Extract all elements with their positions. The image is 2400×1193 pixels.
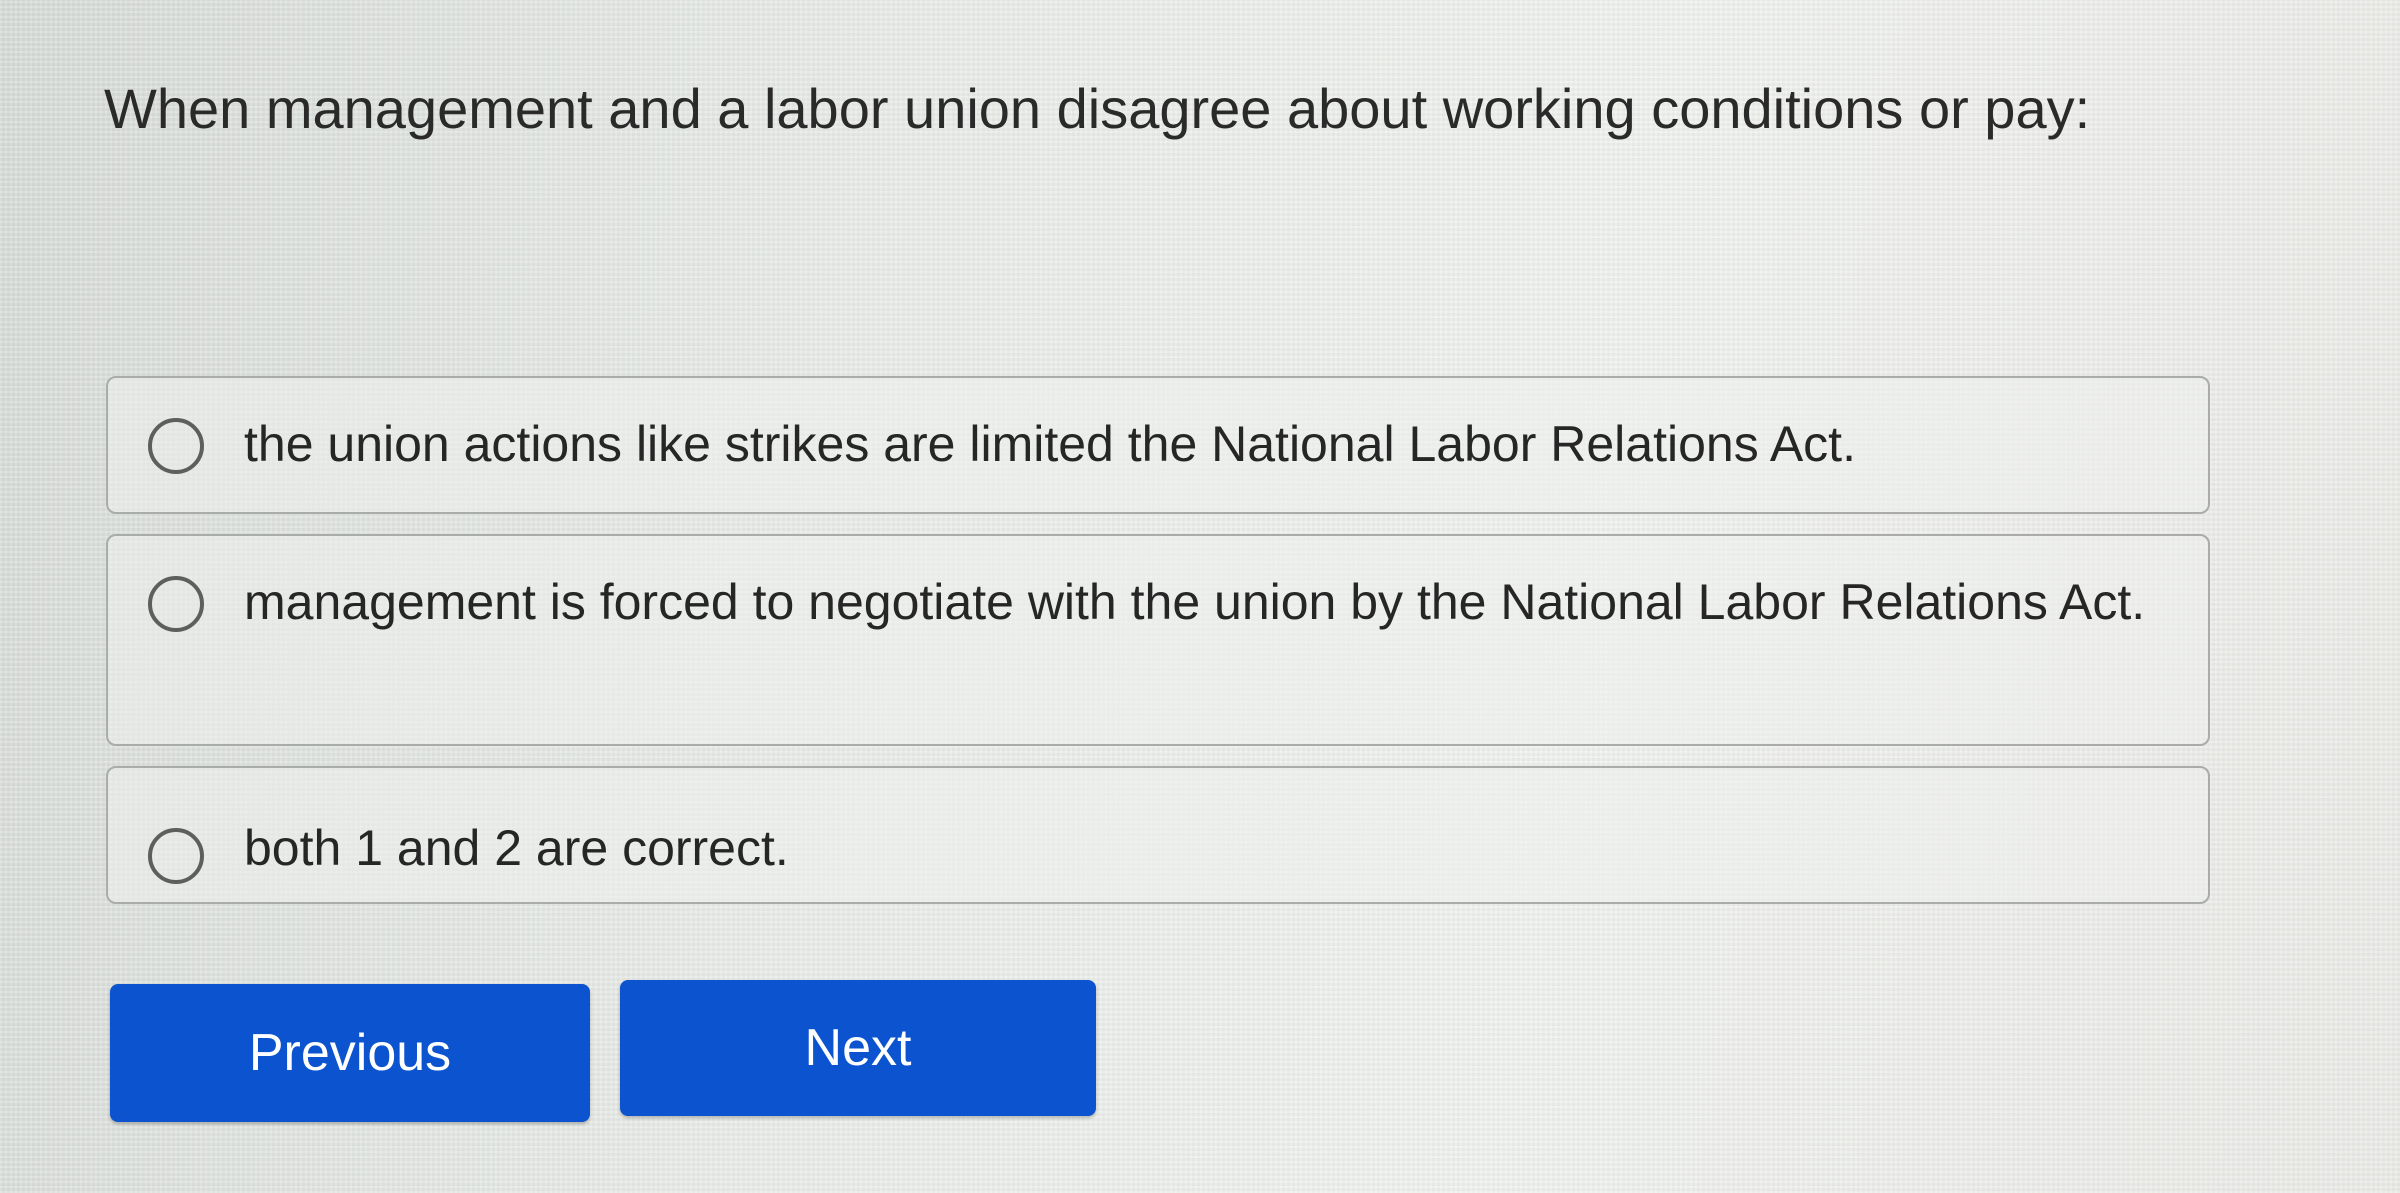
answer-option-3[interactable]: both 1 and 2 are correct. (106, 766, 2210, 904)
radio-button-3[interactable] (148, 828, 204, 884)
answer-option-1[interactable]: the union actions like strikes are limit… (106, 376, 2210, 514)
radio-button-2[interactable] (148, 576, 204, 632)
answer-option-2[interactable]: management is forced to negotiate with t… (106, 534, 2210, 746)
answer-option-1-label: the union actions like strikes are limit… (244, 416, 1856, 472)
answer-option-2-label: management is forced to negotiate with t… (244, 574, 2146, 630)
next-button[interactable]: Next (620, 980, 1096, 1116)
radio-button-1[interactable] (148, 418, 204, 474)
previous-button[interactable]: Previous (110, 984, 590, 1122)
answer-option-3-label: both 1 and 2 are correct. (244, 820, 789, 876)
question-text: When management and a labor union disagr… (104, 77, 2091, 140)
